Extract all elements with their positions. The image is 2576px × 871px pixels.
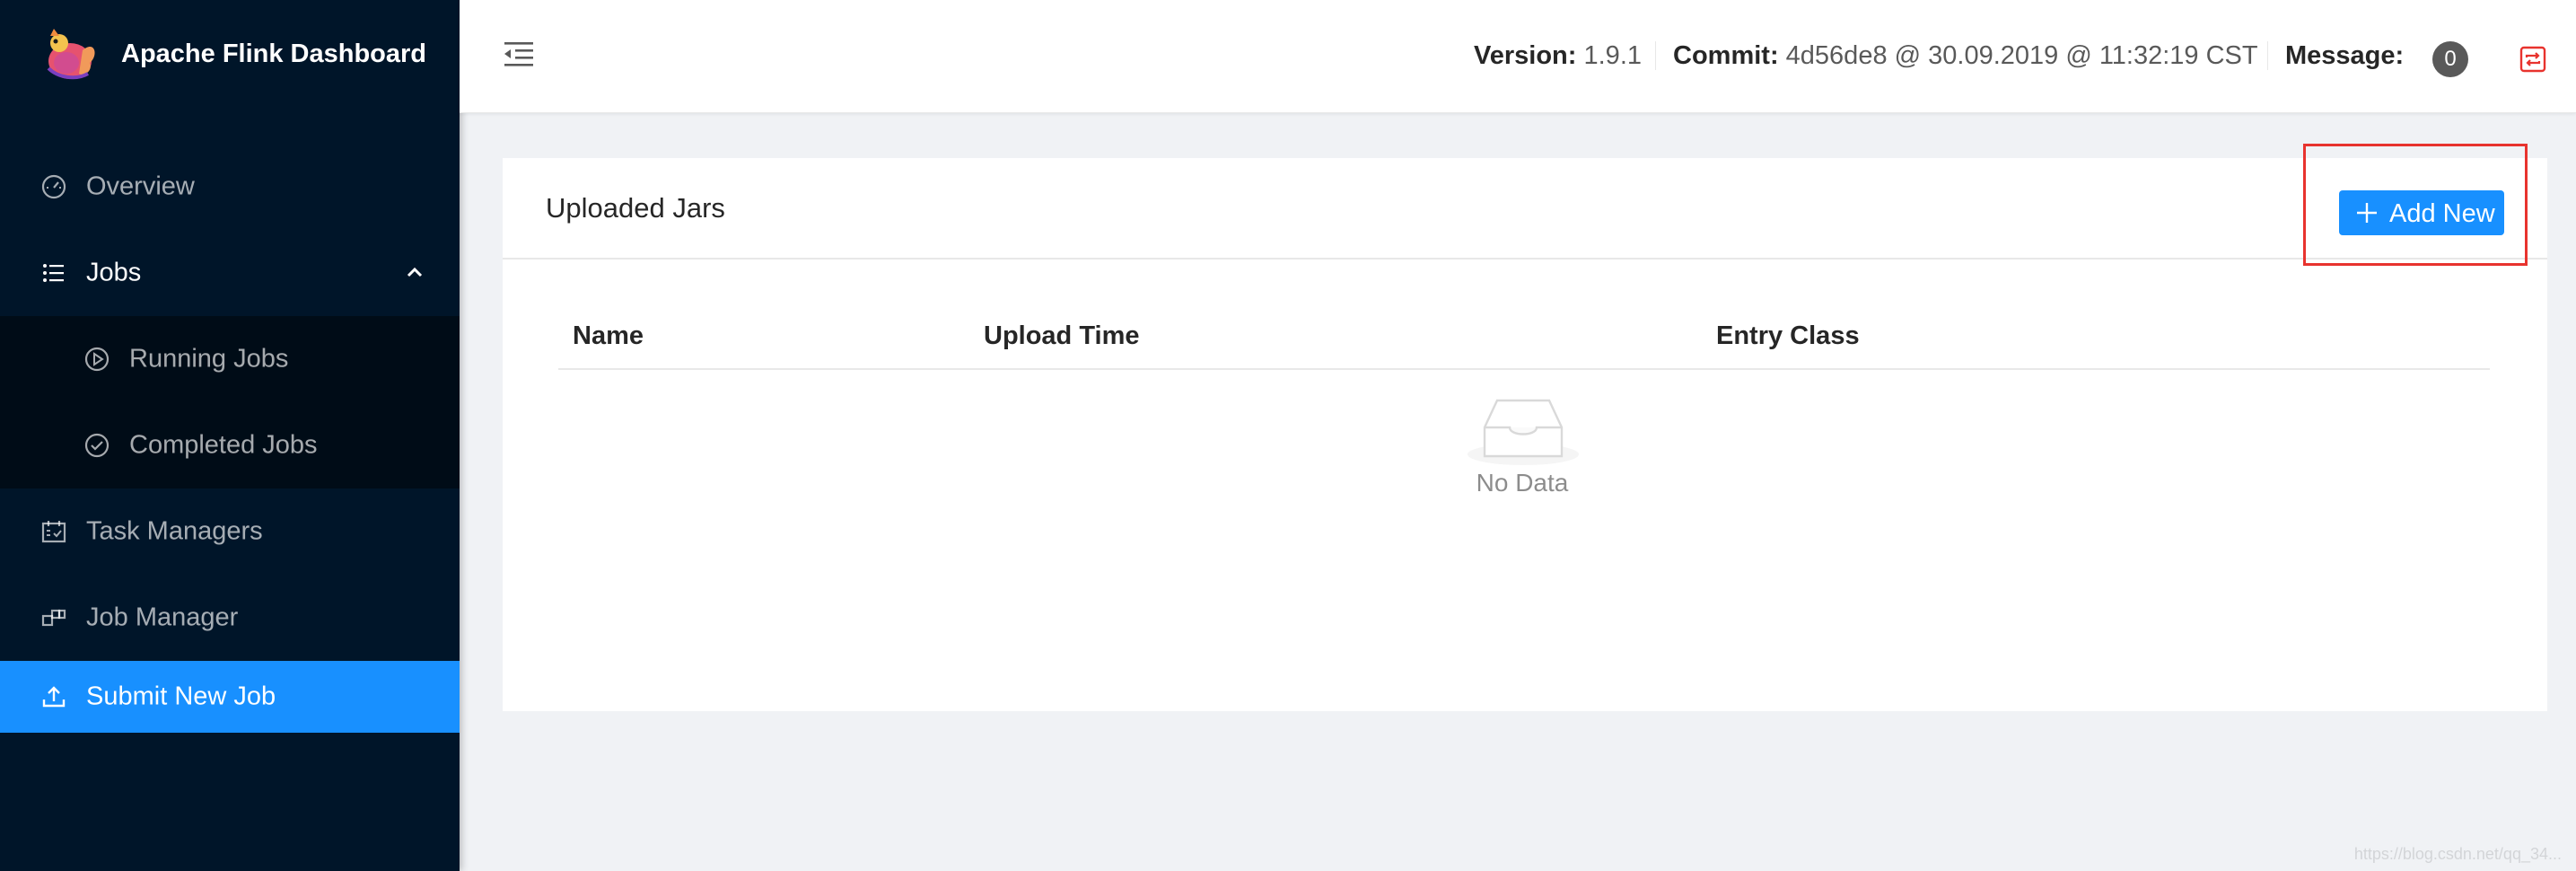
column-header-upload-time[interactable]: Upload Time xyxy=(984,321,1140,351)
chevron-up-icon xyxy=(407,267,423,277)
header-divider xyxy=(2267,41,2268,70)
highlight-box xyxy=(2303,144,2528,266)
message-label: Message: xyxy=(2285,41,2405,70)
empty-text: No Data xyxy=(1476,469,1569,497)
sidebar-item-job-manager[interactable]: Job Manager xyxy=(0,575,460,661)
sidebar-item-jobs[interactable]: Jobs xyxy=(0,230,460,316)
menu-fold-icon[interactable] xyxy=(503,40,535,70)
sidebar-item-label: Running Jobs xyxy=(129,344,289,374)
sidebar-item-label: Task Managers xyxy=(86,516,263,546)
message-count-badge[interactable]: 0 xyxy=(2432,41,2468,77)
watermark: https://blog.csdn.net/qq_34... xyxy=(2353,845,2562,863)
card-header: Uploaded Jars Add New xyxy=(503,158,2547,260)
table-header: Name Upload Time Entry Class xyxy=(558,302,2490,370)
commit-label: Commit: xyxy=(1673,41,1779,70)
sidebar-item-label: Completed Jobs xyxy=(129,430,318,460)
commit-value: 4d56de8 @ 30.09.2019 @ 11:32:19 CST xyxy=(1785,41,2258,70)
flink-squirrel-logo xyxy=(47,29,95,80)
version-info: Version: 1.9.1 xyxy=(1474,41,1642,71)
reload-icon[interactable] xyxy=(2519,45,2547,74)
version-label: Version: xyxy=(1474,41,1577,70)
sidebar-item-running-jobs[interactable]: Running Jobs xyxy=(0,316,460,402)
version-value: 1.9.1 xyxy=(1583,41,1643,70)
unordered-list-icon xyxy=(43,264,64,282)
sidebar-item-label: Overview xyxy=(86,172,195,201)
sidebar-item-task-managers[interactable]: Task Managers xyxy=(0,488,460,575)
sidebar-item-label: Job Manager xyxy=(86,603,239,632)
check-circle-icon xyxy=(84,433,110,458)
upload-icon xyxy=(42,686,66,708)
commit-info: Commit: 4d56de8 @ 30.09.2019 @ 11:32:19 … xyxy=(1673,41,2258,71)
sidebar-menu: Overview Jobs Running Jobs Completed Job… xyxy=(0,144,460,733)
empty-inbox-icon xyxy=(1468,399,1579,465)
sidebar-item-completed-jobs[interactable]: Completed Jobs xyxy=(0,402,460,488)
uploaded-jars-card: Uploaded Jars Add New Name Upload Time E… xyxy=(503,158,2547,711)
column-header-entry-class[interactable]: Entry Class xyxy=(1716,321,1860,351)
dashboard-icon xyxy=(41,174,66,199)
sidebar-item-overview[interactable]: Overview xyxy=(0,144,460,230)
empty-state: No Data xyxy=(558,383,2490,517)
schedule-icon xyxy=(41,521,66,543)
sidebar: Apache Flink Dashboard Overview Jobs Run… xyxy=(0,0,460,871)
sidebar-item-label: Jobs xyxy=(86,258,142,287)
app-title: Apache Flink Dashboard xyxy=(121,40,427,68)
jars-table: Name Upload Time Entry Class No Data xyxy=(558,302,2490,497)
build-icon xyxy=(41,609,66,627)
logo-area[interactable]: Apache Flink Dashboard xyxy=(0,0,460,119)
header-divider xyxy=(1655,41,1656,70)
message-info[interactable]: Message: xyxy=(2285,41,2404,71)
sidebar-item-submit-new-job[interactable]: Submit New Job xyxy=(0,661,460,733)
card-title: Uploaded Jars xyxy=(546,192,725,224)
jobs-submenu: Running Jobs Completed Jobs xyxy=(0,316,460,488)
sidebar-item-label: Submit New Job xyxy=(86,682,276,711)
column-header-name[interactable]: Name xyxy=(573,321,644,351)
play-circle-icon xyxy=(84,347,110,372)
